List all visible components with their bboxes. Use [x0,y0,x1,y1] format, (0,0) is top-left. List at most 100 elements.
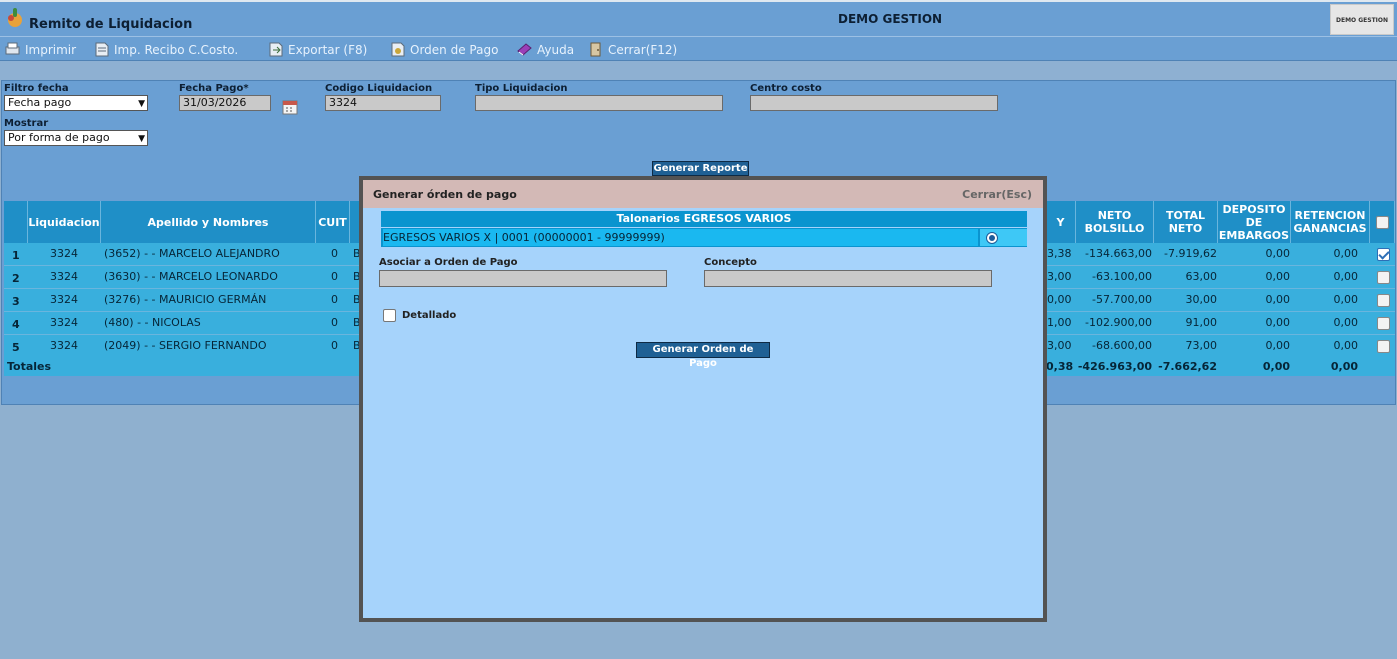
concepto-input[interactable] [704,270,992,287]
row-select-checkbox[interactable] [1377,271,1390,284]
cell-nombre: (3630) - - MARCELO LEONARDO [104,270,278,283]
print-receipt-button[interactable]: Imp. Recibo C.Costo. [93,41,238,58]
talonario-option-row[interactable]: EGRESOS VARIOS X | 0001 (00000001 - 9999… [381,228,1027,247]
print-receipt-label: Imp. Recibo C.Costo. [114,42,239,57]
talonarios-header: Talonarios EGRESOS VARIOS [381,211,1027,227]
filtro-fecha-label: Filtro fecha [4,83,69,94]
totals-deposito: 0,00 [1262,360,1290,373]
cell-neto-bolsillo: -134.663,00 [1085,247,1152,260]
help-button[interactable]: Ayuda [516,41,574,58]
cell-y: 3,38 [1047,247,1072,260]
deposito-embargos-header: DEPOSITO DE EMBARGOS [1218,201,1291,243]
y-header: Y [1046,201,1076,243]
title-bar: Remito de Liquidacion DEMO GESTION DEMO … [0,0,1397,36]
cell-total-neto: 91,00 [1185,316,1218,329]
export-label: Exportar (F8) [288,42,368,57]
mostrar-select[interactable]: Por forma de pago ▼ [4,130,148,146]
cell-total-neto: 73,00 [1185,339,1218,352]
concepto-label: Concepto [704,257,757,268]
chevron-down-icon: ▼ [138,134,145,144]
print-label: Imprimir [25,42,77,57]
centro-costo-input[interactable] [750,95,998,111]
total-neto-header: TOTAL NETO [1154,201,1218,243]
detallado-checkbox[interactable] [383,309,396,322]
cell-retencion: 0,00 [1333,247,1359,260]
row-select-checkbox[interactable] [1377,340,1390,353]
row-select-checkbox[interactable] [1377,294,1390,307]
row-select-checkbox[interactable] [1377,317,1390,330]
payment-order-label: Orden de Pago [410,42,499,57]
dialog-close-button[interactable]: Cerrar(Esc) [962,188,1032,201]
help-book-icon [517,43,532,56]
totals-retencion: 0,00 [1330,360,1358,373]
cell-cuit: 0 [331,293,338,306]
app-logo-icon [8,8,22,27]
calendar-icon[interactable] [281,98,299,116]
brand-logo: DEMO GESTION [1330,4,1394,35]
cell-n: 4 [12,318,20,331]
filtro-fecha-select[interactable]: Fecha pago ▼ [4,95,148,111]
asociar-input[interactable] [379,270,667,287]
cell-n: 2 [12,272,20,285]
cell-y: 3,00 [1047,270,1072,283]
print-button[interactable]: Imprimir [4,41,76,58]
cell-liq: 3324 [50,293,78,306]
totals-y: 0,38 [1046,360,1074,373]
centro-costo-label: Centro costo [750,83,822,94]
cell-n: 3 [12,295,20,308]
totals-neto-bolsillo: -426.963,00 [1077,360,1152,373]
receipt-icon [95,42,109,57]
cell-deposito: 0,00 [1265,316,1291,329]
detallado-label: Detallado [402,310,457,321]
cell-nombre: (3652) - - MARCELO ALEJANDRO [104,247,280,260]
cell-retencion: 0,00 [1333,316,1359,329]
cell-y: 3,00 [1047,339,1072,352]
separator-strip [0,61,1397,80]
cell-deposito: 0,00 [1265,270,1291,283]
cell-cuit: 0 [331,339,338,352]
liquidacion-header: Liquidacion [28,201,101,243]
cell-deposito: 0,00 [1265,339,1291,352]
nombre-header: Apellido y Nombres [101,201,316,243]
close-button[interactable]: Cerrar(F12) [587,41,677,58]
select-all-header [1370,201,1395,243]
cell-liq: 3324 [50,270,78,283]
generate-payment-order-button[interactable]: Generar Orden de Pago [636,342,770,369]
company-name: DEMO GESTION [838,12,943,26]
fecha-pago-label: Fecha Pago* [179,83,249,94]
help-label: Ayuda [537,42,575,57]
mostrar-label: Mostrar [4,118,49,129]
cell-retencion: 0,00 [1333,270,1359,283]
cell-liq: 3324 [50,247,78,260]
generate-report-button[interactable]: Generar Reporte [652,161,749,176]
select-all-checkbox[interactable] [1375,215,1389,229]
cell-neto-bolsillo: -63.100,00 [1092,270,1152,283]
cell-nombre: (480) - - NICOLAS [104,316,201,329]
chevron-down-icon: ▼ [138,99,145,109]
neto-bolsillo-header: NETO BOLSILLO [1076,201,1154,243]
cell-total-neto: 30,00 [1185,293,1218,306]
cell-neto-bolsillo: -57.700,00 [1092,293,1152,306]
payment-order-icon [391,42,405,57]
codigo-liquidacion-input[interactable]: 3324 [325,95,441,111]
cell-deposito: 0,00 [1265,293,1291,306]
export-icon [269,42,283,57]
tipo-liquidacion-input[interactable] [475,95,723,111]
fecha-pago-input[interactable]: 31/03/2026 [179,95,271,111]
dialog-title: Generar órden de pago [373,188,517,201]
payment-order-button[interactable]: Orden de Pago [389,41,498,58]
cell-total-neto: 63,00 [1185,270,1218,283]
cell-deposito: 0,00 [1265,247,1291,260]
dialog-header: Generar órden de pago Cerrar(Esc) [363,180,1043,208]
cell-cuit: 0 [331,316,338,329]
cell-nombre: (2049) - - SERGIO FERNANDO [104,339,267,352]
row-select-checkbox[interactable] [1377,248,1390,261]
talonario-radio[interactable] [986,232,998,244]
cell-cuit: 0 [331,270,338,283]
cell-n: 5 [12,341,20,354]
cell-nombre: (3276) - - MAURICIO GERMÁN [104,293,267,306]
cell-cuit: 0 [331,247,338,260]
asociar-label: Asociar a Orden de Pago [379,257,518,268]
cell-n: 1 [12,249,20,262]
export-button[interactable]: Exportar (F8) [267,41,367,58]
